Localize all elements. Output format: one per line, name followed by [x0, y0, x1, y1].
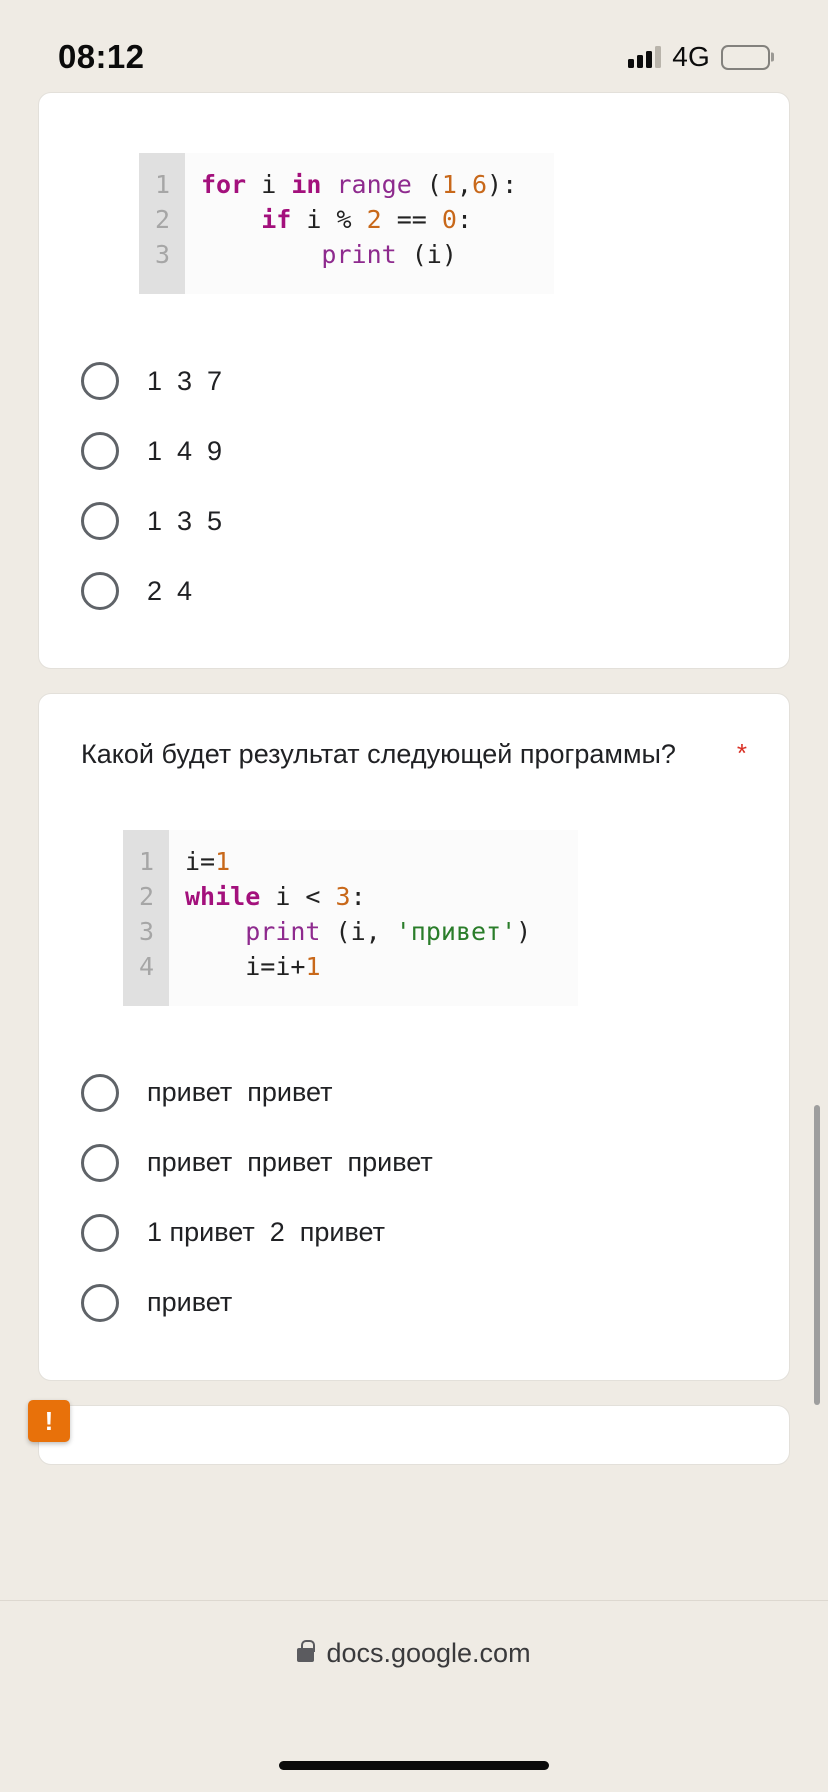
options-list-1[interactable]: 1 3 7 1 4 9 1 3 5 2 4 — [81, 346, 747, 626]
radio-button-unselected[interactable] — [81, 1143, 119, 1182]
page-scrollbar[interactable] — [814, 1105, 820, 1405]
radio-button-unselected[interactable] — [81, 432, 119, 470]
option-row[interactable]: привет привет привет — [81, 1128, 747, 1198]
url-text: docs.google.com — [326, 1637, 531, 1668]
signal-bars-icon — [628, 46, 662, 68]
code-line-numbers: 1 2 3 4 — [123, 829, 169, 1006]
home-indicator — [279, 1761, 549, 1770]
option-label: привет привет — [147, 1077, 333, 1108]
code-block-2: 1 2 3 4 i=1 while i < 3: print (i, 'прив… — [123, 829, 578, 1006]
network-type-label: 4G — [672, 41, 710, 72]
question-card-1: 1 2 3 for i in range (1,6): if i % 2 == … — [38, 92, 790, 669]
code-content: for i in range (1,6): if i % 2 == 0: pri… — [201, 170, 518, 269]
option-label: 2 4 — [147, 575, 193, 606]
option-row[interactable]: 1 3 7 — [81, 346, 747, 416]
required-asterisk: * — [736, 738, 747, 768]
browser-footer: docs.google.com — [0, 1600, 828, 1792]
status-bar-indicators: 4G — [628, 41, 770, 73]
option-label: 1 3 5 — [147, 505, 223, 536]
radio-button-unselected[interactable] — [81, 572, 119, 610]
option-row[interactable]: 2 4 — [81, 556, 747, 626]
code-line-numbers: 1 2 3 — [139, 153, 185, 294]
option-label: привет — [147, 1287, 233, 1318]
radio-button-unselected[interactable] — [81, 502, 119, 540]
form-error-badge[interactable]: ! — [28, 1400, 70, 1442]
battery-full-icon — [721, 44, 770, 70]
question-header-2: Какой будет результат следующей программ… — [81, 734, 747, 776]
option-row[interactable]: 1 4 9 — [81, 416, 747, 486]
options-list-2[interactable]: привет привет привет привет привет 1 при… — [81, 1058, 747, 1338]
radio-button-unselected[interactable] — [81, 1283, 119, 1322]
option-label: привет привет привет — [147, 1147, 433, 1178]
option-label: 1 4 9 — [147, 435, 223, 466]
radio-button-unselected[interactable] — [81, 1213, 119, 1252]
question-title: Какой будет результат следующей программ… — [81, 739, 676, 769]
code-content: i=1 while i < 3: print (i, 'привет') i=i… — [185, 846, 532, 981]
status-bar-time: 08:12 — [58, 38, 145, 75]
option-row[interactable]: привет — [81, 1268, 747, 1338]
radio-button-unselected[interactable] — [81, 362, 119, 400]
question-card-3-partial — [38, 1404, 790, 1465]
question-card-2: Какой будет результат следующей программ… — [38, 693, 790, 1381]
option-label: 1 3 7 — [147, 365, 223, 396]
address-bar[interactable]: docs.google.com — [0, 1601, 828, 1705]
status-bar: 08:12 4G — [0, 0, 828, 92]
option-label: 1 привет 2 привет — [147, 1217, 386, 1248]
option-row[interactable]: привет привет — [81, 1058, 747, 1128]
form-scroll-area[interactable]: 1 2 3 for i in range (1,6): if i % 2 == … — [0, 92, 828, 1465]
option-row[interactable]: 1 привет 2 привет — [81, 1198, 747, 1268]
radio-button-unselected[interactable] — [81, 1073, 119, 1112]
code-block-1: 1 2 3 for i in range (1,6): if i % 2 == … — [139, 153, 554, 294]
option-row[interactable]: 1 3 5 — [81, 486, 747, 556]
lock-icon — [297, 1640, 315, 1662]
